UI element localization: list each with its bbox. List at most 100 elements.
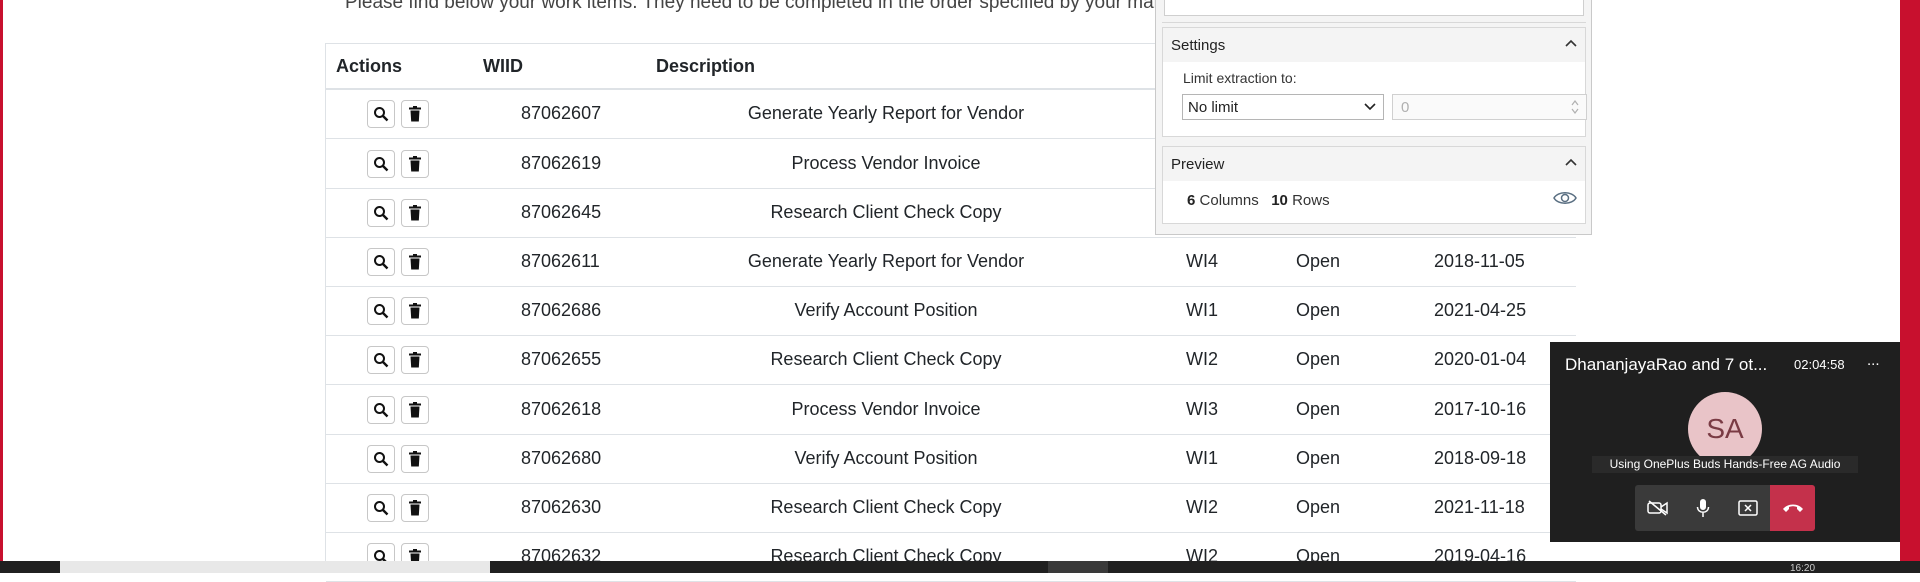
settings-header[interactable]: Settings <box>1163 28 1585 62</box>
cell-description: Research Client Check Copy <box>770 349 1002 369</box>
microphone-button[interactable] <box>1680 485 1725 531</box>
limit-number-input[interactable]: 0 <box>1392 94 1587 120</box>
taskbar-active-item[interactable] <box>1048 561 1108 573</box>
delete-button[interactable] <box>401 248 429 276</box>
call-controls <box>1635 485 1815 531</box>
cell-status: Open <box>1296 349 1341 369</box>
avatar: SA <box>1688 392 1762 466</box>
table-row: 87062618 Process Vendor Invoice WI3 Open 201… <box>326 386 1576 435</box>
view-button[interactable] <box>367 199 395 227</box>
call-more-button[interactable]: ... <box>1867 352 1880 369</box>
table-row: 87062680 Verify Account Position WI1 Open 20… <box>326 435 1576 484</box>
share-screen-button[interactable] <box>1725 485 1770 531</box>
settings-title: Settings <box>1171 37 1226 54</box>
trash-icon <box>409 254 421 270</box>
trash-icon <box>409 106 421 122</box>
preview-title: Preview <box>1171 156 1225 173</box>
eye-icon[interactable] <box>1553 189 1577 207</box>
delete-button[interactable] <box>401 297 429 325</box>
cell-description: Research Client Check Copy <box>770 497 1002 517</box>
settings-section: Settings Limit extraction to: No limit 0 <box>1162 27 1587 137</box>
table-row: 87062630 Research Client Check Copy WI2 Ope… <box>326 484 1576 533</box>
trash-icon <box>409 205 421 221</box>
cell-type: WI2 <box>1186 349 1219 369</box>
search-icon <box>374 107 389 122</box>
limit-number-value: 0 <box>1401 99 1410 116</box>
delete-button[interactable] <box>401 199 429 227</box>
extraction-panel: Settings Limit extraction to: No limit 0… <box>1155 0 1592 235</box>
delete-button[interactable] <box>401 494 429 522</box>
limit-select[interactable]: No limit <box>1182 94 1384 120</box>
columns-count: 6 <box>1187 192 1196 209</box>
trash-icon <box>409 402 421 418</box>
table-row: 87062686 Verify Account Position WI1 Open 20… <box>326 287 1576 336</box>
view-button[interactable] <box>367 248 395 276</box>
delete-button[interactable] <box>401 346 429 374</box>
preview-header[interactable]: Preview <box>1163 147 1585 181</box>
cell-description: Research Client Check Copy <box>770 202 1002 222</box>
view-button[interactable] <box>367 494 395 522</box>
cell-wiid: 87062619 <box>521 153 602 173</box>
delete-button[interactable] <box>401 396 429 424</box>
camera-off-button[interactable] <box>1635 485 1680 531</box>
cell-status: Open <box>1296 448 1341 468</box>
trash-icon <box>409 156 421 172</box>
audio-device-note: Using OnePlus Buds Hands-Free AG Audio <box>1592 456 1858 473</box>
table-row: 87062655 Research Client Check Copy WI2 Ope… <box>326 336 1576 385</box>
cell-wiid: 87062630 <box>521 497 602 517</box>
trash-icon <box>409 303 421 319</box>
hang-up-button[interactable] <box>1770 485 1815 531</box>
cell-wiid: 87062680 <box>521 448 602 468</box>
chevron-up-icon[interactable] <box>1563 155 1579 171</box>
header-actions: Actions <box>336 56 403 76</box>
cell-wiid: 87062618 <box>521 399 602 419</box>
cell-type: WI1 <box>1186 300 1219 320</box>
view-button[interactable] <box>367 445 395 473</box>
cell-description: Verify Account Position <box>794 300 978 320</box>
taskbar-window-item[interactable] <box>60 561 490 573</box>
spinner-arrows-icon[interactable] <box>1570 98 1580 116</box>
delete-button[interactable] <box>401 445 429 473</box>
trash-icon <box>409 352 421 368</box>
trash-icon <box>409 451 421 467</box>
call-duration: 02:04:58 <box>1794 357 1845 372</box>
rows-label: Rows <box>1292 192 1330 209</box>
header-description: Description <box>656 56 756 76</box>
view-button[interactable] <box>367 346 395 374</box>
cell-wiid: 87062645 <box>521 202 602 222</box>
search-icon <box>374 255 389 270</box>
limit-select-value: No limit <box>1188 99 1239 116</box>
view-button[interactable] <box>367 396 395 424</box>
cell-description: Process Vendor Invoice <box>791 399 981 419</box>
cell-date: 2020-01-04 <box>1434 349 1527 369</box>
cell-type: WI4 <box>1186 251 1219 271</box>
view-button[interactable] <box>367 100 395 128</box>
view-button[interactable] <box>367 150 395 178</box>
microphone-icon <box>1696 499 1709 517</box>
cell-date: 2021-04-25 <box>1434 300 1527 320</box>
delete-button[interactable] <box>401 150 429 178</box>
taskbar-clock: 16:20 <box>1790 563 1816 574</box>
call-title: DhananjayaRao and 7 ot... <box>1565 355 1768 374</box>
preview-section: Preview 6 Columns 10 Rows <box>1162 146 1586 224</box>
table-row: 87062632 Research Client Check Copy WI2 Ope… <box>326 533 1576 582</box>
search-icon <box>374 452 389 467</box>
view-button[interactable] <box>367 297 395 325</box>
columns-label: Columns <box>1199 192 1259 209</box>
intro-text: Please find below your work items. They … <box>345 0 1207 13</box>
taskbar: 16:20 <box>0 561 1920 574</box>
camera-off-icon <box>1646 500 1668 516</box>
panel-top-field <box>1164 0 1584 16</box>
preview-stats: 6 Columns 10 Rows <box>1187 192 1330 209</box>
cell-status: Open <box>1296 251 1341 271</box>
chevron-up-icon[interactable] <box>1563 36 1579 52</box>
cell-type: WI1 <box>1186 448 1219 468</box>
rows-count: 10 <box>1271 192 1288 209</box>
search-icon <box>374 157 389 172</box>
table-row: 87062611 Generate Yearly Report for Vendo… <box>326 238 1576 287</box>
stop-sharing-icon <box>1737 500 1758 516</box>
search-icon <box>374 304 389 319</box>
cell-description: Generate Yearly Report for Vendor <box>747 103 1025 123</box>
delete-button[interactable] <box>401 100 429 128</box>
window-frame-left <box>0 0 3 573</box>
